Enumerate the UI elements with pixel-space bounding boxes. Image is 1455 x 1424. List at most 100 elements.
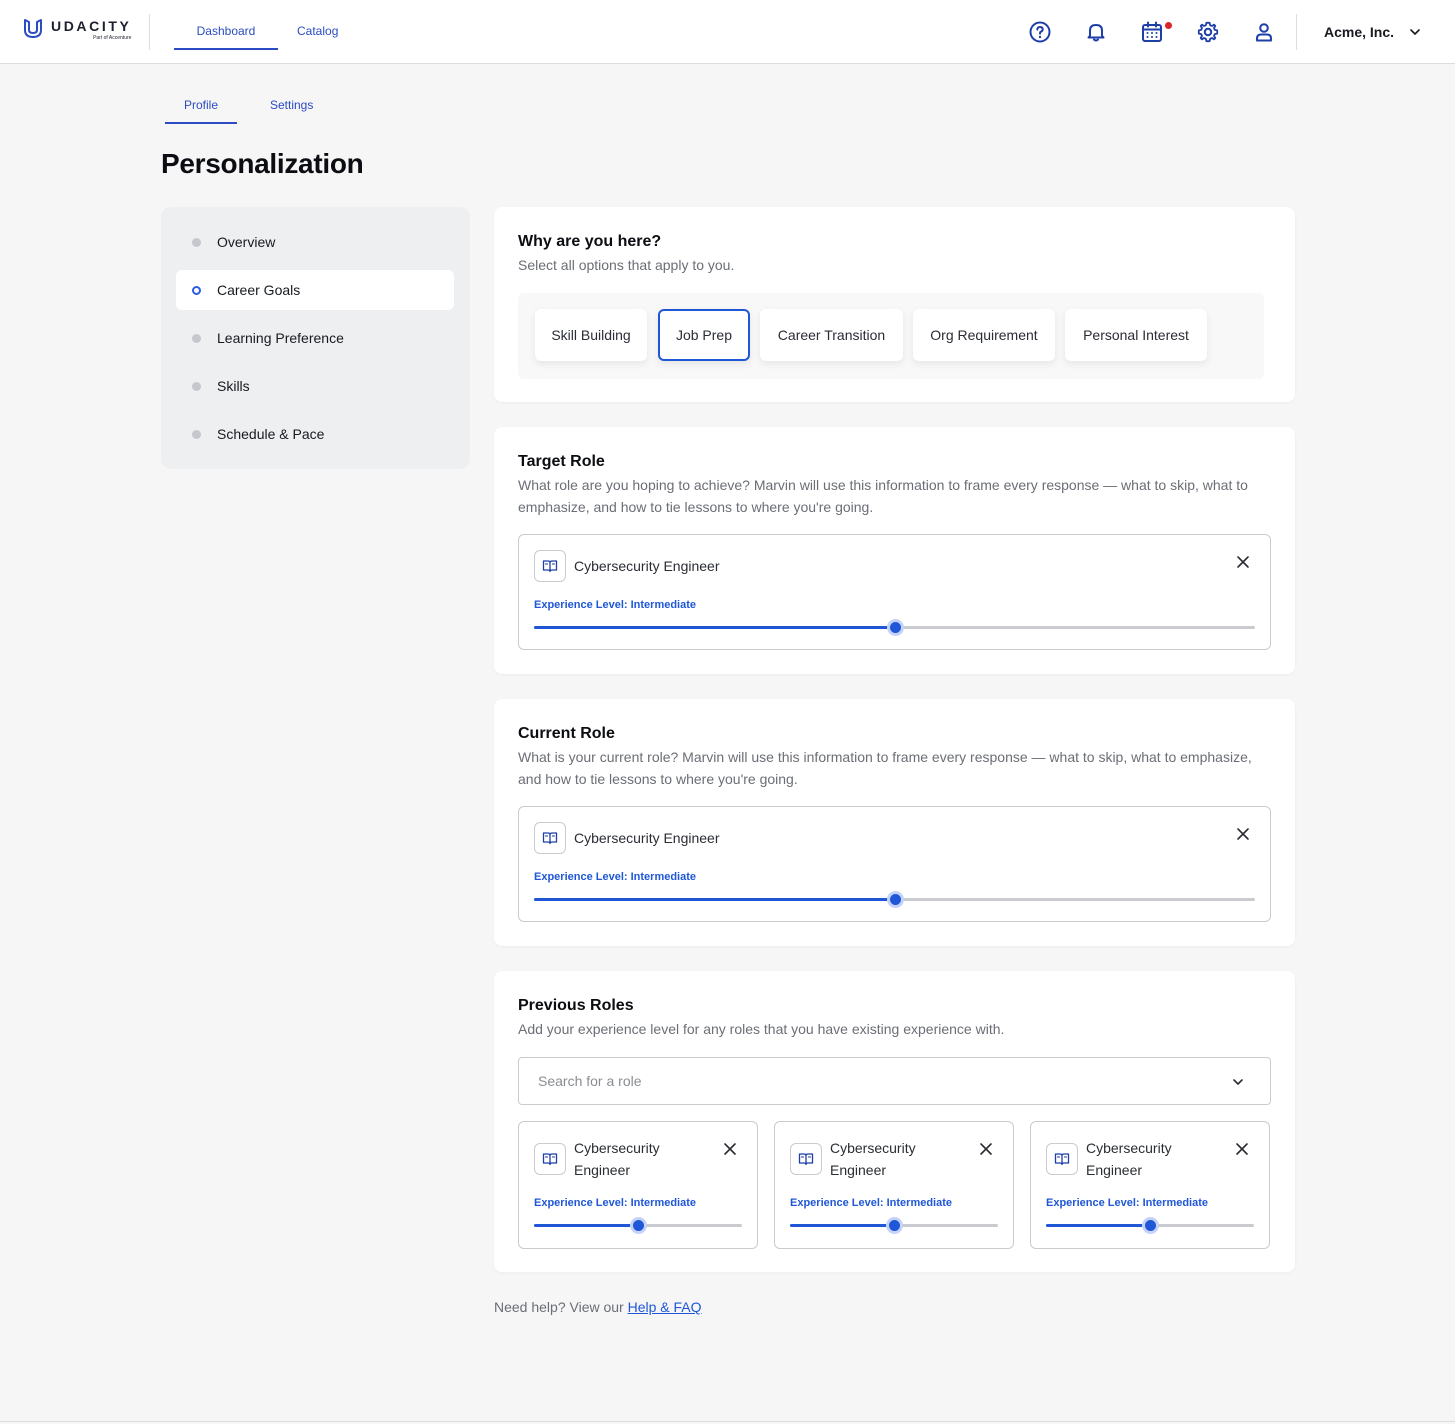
top-bar: UDACITY Part of Accenture Dashboard Cata… xyxy=(0,0,1455,64)
sidebar-item-overview[interactable]: Overview xyxy=(176,222,454,262)
experience-slider[interactable] xyxy=(534,891,1255,908)
experience-slider[interactable] xyxy=(1046,1217,1254,1234)
sidebar-item-label: Overview xyxy=(217,234,276,250)
sidebar-item-label: Career Goals xyxy=(217,282,301,298)
why-card: Why are you here? Select all options tha… xyxy=(494,207,1295,402)
step-dot-active xyxy=(192,285,201,295)
experience-level-label: Experience Level: Intermediate xyxy=(534,871,697,883)
current-role-card: Current Role What is your current role? … xyxy=(494,699,1295,946)
close-icon[interactable] xyxy=(1235,826,1251,842)
user-icon[interactable] xyxy=(1252,20,1276,44)
slider-thumb[interactable] xyxy=(886,891,904,908)
slider-thumb[interactable] xyxy=(630,1217,647,1234)
role-name: Cybersecurity Engineer xyxy=(574,558,720,574)
option-chip-personal-interest[interactable]: Personal Interest xyxy=(1065,309,1207,361)
slider-thumb[interactable] xyxy=(886,619,904,636)
experience-slider[interactable] xyxy=(790,1217,998,1234)
help-text: Need help? View our xyxy=(494,1299,624,1315)
nav-tab-dashboard[interactable]: Dashboard xyxy=(174,24,278,50)
sidebar-item-label: Skills xyxy=(217,378,250,394)
target-title: Target Role xyxy=(518,453,605,470)
close-icon[interactable] xyxy=(1235,554,1251,570)
slider-fill xyxy=(790,1224,894,1227)
calendar-icon[interactable] xyxy=(1140,20,1164,44)
tab-profile[interactable]: Profile xyxy=(165,98,238,124)
help-faq-link[interactable]: Help & FAQ xyxy=(628,1299,702,1315)
logo-subtitle: Part of Accenture xyxy=(93,35,132,41)
close-icon[interactable] xyxy=(978,1141,994,1157)
experience-slider[interactable] xyxy=(534,619,1255,636)
help-footer: Need help? View our Help & FAQ xyxy=(494,1299,702,1315)
notification-dot xyxy=(1165,22,1172,29)
book-icon xyxy=(534,1143,566,1175)
org-switcher-label[interactable]: Acme, Inc. xyxy=(1324,24,1394,40)
previous-desc: Add your experience level for any roles … xyxy=(518,1021,1005,1037)
step-dot xyxy=(192,429,201,439)
target-role-item: Cybersecurity Engineer Experience Level:… xyxy=(518,534,1271,650)
divider xyxy=(1296,14,1297,50)
role-name-line2: Engineer xyxy=(830,1162,887,1178)
search-placeholder: Search for a role xyxy=(538,1073,642,1089)
option-chip-career-transition[interactable]: Career Transition xyxy=(760,309,903,361)
target-desc: What role are you hoping to achieve? Mar… xyxy=(518,477,1248,515)
close-icon[interactable] xyxy=(1234,1141,1250,1157)
divider xyxy=(149,14,150,50)
book-icon xyxy=(1046,1143,1078,1175)
role-name-line2: Engineer xyxy=(574,1162,631,1178)
options-tray: Skill Building Job Prep Career Transitio… xyxy=(518,293,1264,379)
udacity-logo-icon xyxy=(24,19,42,38)
slider-fill xyxy=(534,626,895,629)
previous-role-item: Cybersecurity Engineer Experience Level:… xyxy=(518,1121,758,1249)
previous-role-item: Cybersecurity Engineer Experience Level:… xyxy=(774,1121,1014,1249)
bell-icon[interactable] xyxy=(1084,20,1108,44)
current-desc: What is your current role? Marvin will u… xyxy=(518,749,1252,787)
slider-fill xyxy=(534,898,895,901)
previous-role-item: Cybersecurity Engineer Experience Level:… xyxy=(1030,1121,1270,1249)
tab-settings[interactable]: Settings xyxy=(270,98,313,112)
role-name-line2: Engineer xyxy=(1086,1162,1143,1178)
slider-thumb[interactable] xyxy=(1142,1217,1159,1234)
why-title: Why are you here? xyxy=(518,233,662,250)
why-desc: Select all options that apply to you. xyxy=(518,257,735,273)
sidebar-item-schedule-pace[interactable]: Schedule & Pace xyxy=(176,414,454,454)
nav-tab-catalog[interactable]: Catalog xyxy=(297,24,338,38)
experience-level-label: Experience Level: Intermediate xyxy=(1046,1197,1209,1209)
bottom-divider xyxy=(0,1421,1455,1422)
current-title: Current Role xyxy=(518,725,615,742)
experience-level-label: Experience Level: Intermediate xyxy=(534,1197,697,1209)
udacity-logo[interactable]: UDACITY Part of Accenture xyxy=(22,18,131,41)
close-icon[interactable] xyxy=(722,1141,738,1157)
role-search-dropdown[interactable]: Search for a role xyxy=(518,1057,1271,1105)
previous-roles-card: Previous Roles Add your experience level… xyxy=(494,971,1295,1272)
role-name-line1: Cybersecurity xyxy=(574,1140,660,1156)
sidebar-item-skills[interactable]: Skills xyxy=(176,366,454,406)
previous-title: Previous Roles xyxy=(518,997,634,1014)
experience-slider[interactable] xyxy=(534,1217,742,1234)
sidebar-item-label: Schedule & Pace xyxy=(217,426,325,442)
option-chip-job-prep[interactable]: Job Prep xyxy=(658,309,750,361)
step-dot xyxy=(192,237,201,247)
step-dot xyxy=(192,381,201,391)
role-name-line1: Cybersecurity xyxy=(1086,1140,1172,1156)
role-name-line1: Cybersecurity xyxy=(830,1140,916,1156)
experience-level-label: Experience Level: Intermediate xyxy=(790,1197,953,1209)
option-chip-org-requirement[interactable]: Org Requirement xyxy=(913,309,1055,361)
sidebar-item-learning-preference[interactable]: Learning Preference xyxy=(176,318,454,358)
chevron-down-icon[interactable] xyxy=(1408,25,1422,39)
step-dot xyxy=(192,333,201,343)
logo-wordmark: UDACITY xyxy=(51,18,132,34)
book-icon xyxy=(790,1143,822,1175)
help-icon[interactable] xyxy=(1028,20,1052,44)
slider-fill xyxy=(534,1224,638,1227)
book-icon xyxy=(534,550,566,582)
sidebar-item-career-goals[interactable]: Career Goals xyxy=(176,270,454,310)
gear-icon[interactable] xyxy=(1196,20,1220,44)
sidebar-item-label: Learning Preference xyxy=(217,330,344,346)
role-name: Cybersecurity Engineer xyxy=(574,830,720,846)
current-role-item: Cybersecurity Engineer Experience Level:… xyxy=(518,806,1271,922)
option-chip-skill-building[interactable]: Skill Building xyxy=(535,309,647,361)
slider-thumb[interactable] xyxy=(886,1217,903,1234)
experience-level-label: Experience Level: Intermediate xyxy=(534,599,697,611)
slider-fill xyxy=(1046,1224,1150,1227)
chevron-down-icon[interactable] xyxy=(1230,1074,1246,1090)
